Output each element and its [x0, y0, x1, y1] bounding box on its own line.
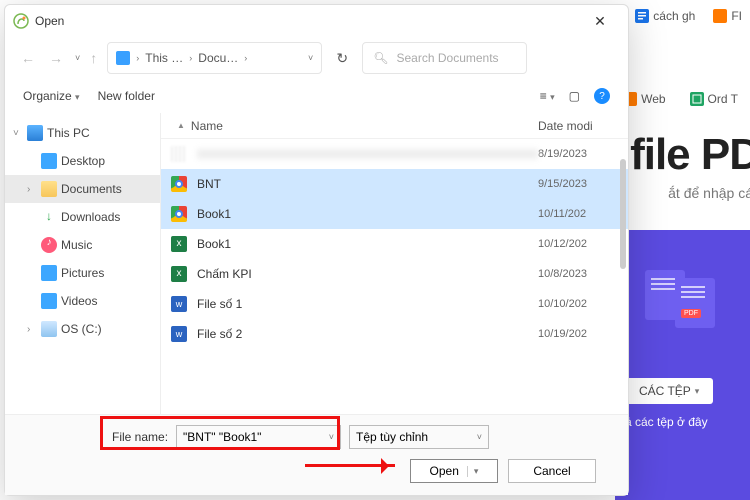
breadcrumb-segment[interactable]: Docu…	[198, 51, 238, 65]
annotation-arrow	[305, 464, 395, 467]
address-bar[interactable]: › This … › Docu… › ˅	[107, 42, 322, 74]
sort-indicator-icon: ▲	[177, 121, 185, 130]
file-icon	[171, 146, 187, 162]
pdf-files-icon	[645, 270, 715, 328]
search-input[interactable]: 🔍︎ Search Documents	[362, 42, 527, 74]
nav-tree: ˅This PC Desktop ›Documents Downloads Mu…	[5, 113, 160, 414]
breadcrumb-segment[interactable]: This …	[145, 51, 183, 65]
forward-button[interactable]: →	[47, 50, 65, 66]
browser-tab[interactable]: cách gh	[627, 5, 703, 27]
select-files-button[interactable]: CÁC TỆP▾	[625, 378, 713, 404]
cancel-button[interactable]: Cancel	[508, 459, 596, 483]
sheets-icon	[690, 92, 704, 106]
upload-panel: CÁC TỆP▾ ả các tệp ở đây	[615, 230, 750, 500]
word-icon	[171, 296, 187, 312]
app-icon	[13, 13, 29, 29]
file-row[interactable]: 8/19/2023	[161, 139, 628, 169]
tree-item-downloads[interactable]: Downloads	[5, 203, 160, 231]
organize-menu[interactable]: Organize ▾	[23, 89, 80, 103]
scrollbar[interactable]	[620, 159, 626, 269]
excel-icon	[171, 266, 187, 282]
titlebar: Open ✕	[5, 5, 628, 37]
close-button[interactable]: ✕	[580, 7, 620, 35]
tree-item-videos[interactable]: Videos	[5, 287, 160, 315]
folder-icon	[116, 51, 130, 65]
preview-pane-button[interactable]: ▢	[569, 89, 580, 103]
dialog-title: Open	[35, 14, 64, 28]
new-folder-button[interactable]: New folder	[98, 89, 155, 103]
download-icon	[41, 209, 57, 225]
file-row[interactable]: Book110/11/202	[161, 199, 628, 229]
tab-label: cách gh	[653, 9, 695, 23]
refresh-button[interactable]: ↻	[332, 50, 352, 67]
tree-item-os-c[interactable]: ›OS (C:)	[5, 315, 160, 343]
chrome-icon	[171, 176, 187, 192]
tab-label: FI	[731, 9, 742, 23]
file-row[interactable]: File số 210/19/202	[161, 319, 628, 349]
page-title: file PD	[630, 130, 750, 180]
tree-item-this-pc[interactable]: ˅This PC	[5, 119, 160, 147]
file-row[interactable]: File số 110/10/202	[161, 289, 628, 319]
tree-item-documents[interactable]: ›Documents	[5, 175, 160, 203]
history-dropdown[interactable]: ˅	[75, 53, 80, 63]
docs-icon	[635, 9, 649, 23]
column-headers[interactable]: ▲ Name Date modi	[161, 113, 628, 139]
file-list: 8/19/2023 BNT9/15/2023 Book110/11/202 Bo…	[161, 139, 628, 414]
column-name[interactable]: Name	[191, 119, 538, 133]
annotation-box	[100, 416, 340, 450]
desktop-icon	[41, 153, 57, 169]
folder-icon	[41, 181, 57, 197]
help-icon[interactable]: ?	[594, 88, 610, 104]
fpt-icon	[713, 9, 727, 23]
chrome-icon	[171, 206, 187, 222]
drop-hint: ả các tệp ở đây	[625, 415, 708, 429]
excel-icon	[171, 236, 187, 252]
file-type-filter[interactable]: Tệp tùy chỉnh˅	[349, 425, 489, 449]
music-icon	[41, 237, 57, 253]
view-menu[interactable]: ≡ ▾	[540, 89, 555, 103]
pictures-icon	[41, 265, 57, 281]
search-icon: 🔍︎	[373, 51, 388, 65]
tree-item-music[interactable]: Music	[5, 231, 160, 259]
open-button[interactable]: Open ▾	[410, 459, 498, 483]
word-icon	[171, 326, 187, 342]
file-row[interactable]: Chấm KPI10/8/2023	[161, 259, 628, 289]
bookmark-item[interactable]: Ord T	[682, 88, 746, 110]
disk-icon	[41, 321, 57, 337]
chevron-down-icon[interactable]: ˅	[308, 53, 313, 63]
videos-icon	[41, 293, 57, 309]
search-placeholder: Search Documents	[397, 51, 499, 65]
back-button[interactable]: ←	[19, 50, 37, 66]
tree-item-pictures[interactable]: Pictures	[5, 259, 160, 287]
browser-tab[interactable]: FI	[705, 5, 750, 27]
up-button[interactable]: ↑	[90, 50, 97, 66]
tree-item-desktop[interactable]: Desktop	[5, 147, 160, 175]
file-row[interactable]: Book110/12/202	[161, 229, 628, 259]
column-date[interactable]: Date modi	[538, 119, 628, 133]
file-row[interactable]: BNT9/15/2023	[161, 169, 628, 199]
page-subtitle: ắt để nhập các	[668, 185, 750, 201]
pc-icon	[27, 125, 43, 141]
